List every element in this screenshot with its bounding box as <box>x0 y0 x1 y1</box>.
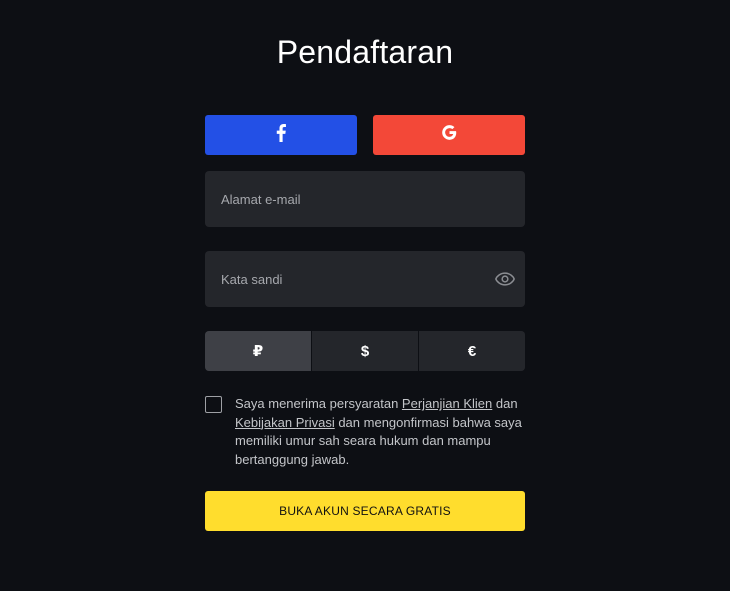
terms-text-part-1: Saya menerima persyaratan <box>235 396 402 411</box>
email-field[interactable] <box>205 171 525 227</box>
currency-option-rub[interactable]: ₽ <box>205 331 311 371</box>
google-login-button[interactable] <box>373 115 525 155</box>
open-account-button[interactable]: BUKA AKUN SECARA GRATIS <box>205 491 525 531</box>
email-field-container <box>205 171 525 227</box>
password-field-container <box>205 251 525 307</box>
social-login-row <box>205 115 525 155</box>
eye-icon[interactable] <box>495 269 515 289</box>
page-title: Pendaftaran <box>276 34 454 70</box>
facebook-login-button[interactable] <box>205 115 357 155</box>
privacy-policy-link[interactable]: Kebijakan Privasi <box>235 415 335 430</box>
terms-text-part-2: dan <box>492 396 518 411</box>
google-icon <box>440 123 459 147</box>
terms-text: Saya menerima persyaratan Perjanjian Kli… <box>235 395 527 469</box>
terms-checkbox[interactable] <box>205 396 222 413</box>
facebook-icon <box>275 123 287 147</box>
currency-option-usd[interactable]: $ <box>311 331 418 371</box>
currency-selector: ₽ $ € <box>205 331 525 371</box>
registration-page: Pendaftaran ₽ <box>0 0 730 591</box>
client-agreement-link[interactable]: Perjanjian Klien <box>402 396 492 411</box>
password-field[interactable] <box>205 251 525 307</box>
currency-option-eur[interactable]: € <box>418 331 525 371</box>
